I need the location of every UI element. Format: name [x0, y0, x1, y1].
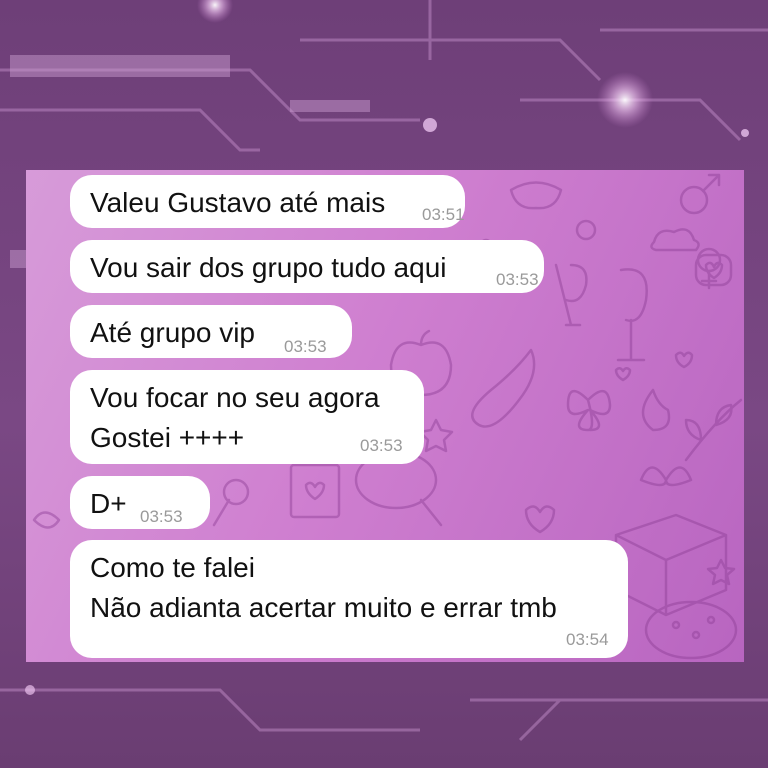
message-text-line: Vou focar no seu agora: [90, 382, 380, 413]
message-timestamp: 03:53: [284, 337, 327, 356]
message-text-line: Gostei ++++: [90, 422, 245, 453]
message-bubble[interactable]: Até grupo vip 03:53: [70, 305, 352, 358]
message-timestamp: 03:53: [496, 270, 539, 289]
message-bubble[interactable]: Como te falei Não adianta acertar muito …: [70, 540, 628, 658]
message-timestamp: 03:53: [140, 507, 183, 526]
message-text-line: Como te falei: [90, 552, 255, 583]
message-timestamp: 03:53: [360, 436, 403, 455]
message-bubble[interactable]: Vou sair dos grupo tudo aqui 03:53: [70, 240, 544, 293]
message-bubble[interactable]: Valeu Gustavo até mais 03:51: [70, 175, 465, 228]
message-text: Vou sair dos grupo tudo aqui: [90, 252, 447, 283]
message-text: Até grupo vip: [90, 317, 255, 348]
message-bubble[interactable]: Vou focar no seu agora Gostei ++++ 03:53: [70, 370, 424, 464]
message-text: D+: [90, 488, 127, 519]
message-timestamp: 03:54: [566, 630, 609, 649]
message-text: Valeu Gustavo até mais: [90, 187, 386, 218]
message-timestamp: 03:51: [422, 205, 465, 224]
message-bubble[interactable]: D+ 03:53: [70, 476, 210, 529]
chat-panel: Valeu Gustavo até mais 03:51 Vou sair do…: [26, 170, 744, 662]
message-text-line: Não adianta acertar muito e errar tmb: [90, 592, 557, 623]
